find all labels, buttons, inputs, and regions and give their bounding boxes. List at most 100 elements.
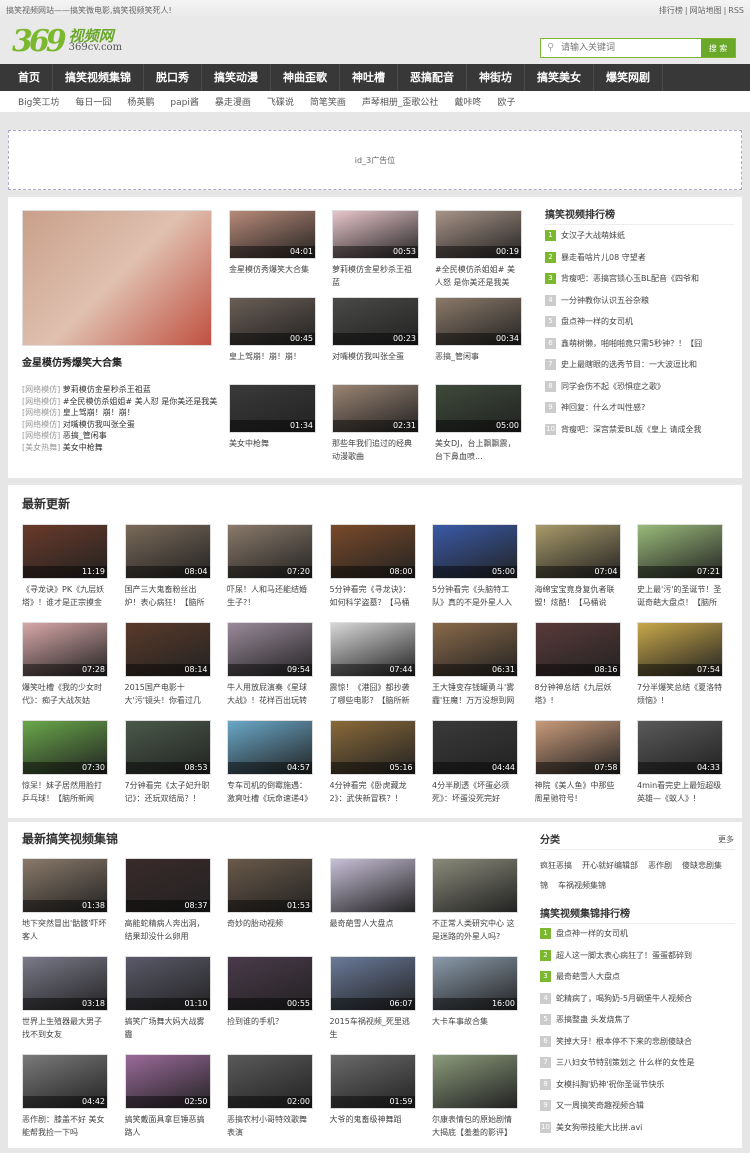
- nav-item[interactable]: 搞笑美女: [525, 64, 594, 91]
- subnav-item[interactable]: 飞碟说: [267, 95, 294, 108]
- rank-item-title[interactable]: 背瘦吧：深宫禁爱BL版《皇上 请成全我: [561, 424, 702, 435]
- video-thumbnail[interactable]: 09:54: [227, 622, 313, 677]
- subnav-item[interactable]: 简笔笑画: [310, 95, 346, 108]
- rank-item[interactable]: 7 三八妇女节特别策划之 什么样的女性是: [540, 1052, 735, 1074]
- video-thumbnail[interactable]: 07:21: [637, 524, 723, 579]
- video-thumbnail[interactable]: 07:04: [534, 524, 621, 579]
- rank-item[interactable]: 1 女汉子大战萌妹纸: [545, 225, 735, 247]
- video-title[interactable]: 萝莉模仿金星秒杀王祖蓝: [332, 263, 419, 290]
- video-title[interactable]: 美女中枪舞: [229, 437, 316, 464]
- video-title[interactable]: 恶搞_管闲事: [435, 350, 522, 377]
- video-thumbnail[interactable]: 08:00: [329, 524, 416, 579]
- featured-list-item[interactable]: [网络模仿] 恶搞_管闲事: [22, 430, 217, 442]
- video-thumbnail[interactable]: 00:45: [229, 297, 316, 346]
- item-title[interactable]: 对嘴模仿我叫张全蛋: [63, 420, 135, 429]
- featured-thumbnail[interactable]: [22, 210, 212, 346]
- top-link[interactable]: 网站地图: [690, 6, 722, 15]
- video-thumbnail[interactable]: 04:42: [22, 1054, 108, 1109]
- rank-item[interactable]: 7 史上最瞎眼的选秀节目：一大波逗比和: [545, 354, 735, 376]
- video-thumbnail[interactable]: 07:28: [22, 622, 108, 677]
- video-thumbnail[interactable]: 04:44: [432, 720, 518, 775]
- video-thumbnail[interactable]: 07:54: [637, 622, 723, 677]
- video-thumbnail[interactable]: 03:18: [22, 956, 108, 1011]
- rank-item[interactable]: 3 最奇葩雪人大盘点: [540, 966, 735, 988]
- rank-item-title[interactable]: 盘点神一样的女司机: [556, 928, 628, 939]
- video-thumbnail[interactable]: 02:50: [124, 1054, 211, 1109]
- rank-item-title[interactable]: 超人这一脚太表心病狂了！蛋蛋都碎到: [556, 950, 692, 961]
- video-thumbnail[interactable]: 00:53: [332, 210, 419, 259]
- video-title[interactable]: 尔康表情包的原始剧情大揭底【羞羞的影评】: [432, 1113, 518, 1140]
- nav-item[interactable]: 脱口秀: [144, 64, 202, 91]
- video-title[interactable]: 4分钟看完《卧虎藏龙2》：武侠新冒秩？！: [330, 779, 416, 806]
- subnav-item[interactable]: Big笑工坊: [18, 95, 59, 108]
- video-title[interactable]: 4min看完史上最短超级英雄—《蚁人》!: [637, 779, 723, 806]
- rank-item[interactable]: 8 同学会伤不起《恐惧症之歌》: [545, 376, 735, 398]
- more-link[interactable]: 更多: [718, 834, 734, 845]
- item-title[interactable]: 皇上驾崩！崩！崩！: [63, 408, 135, 417]
- rank-item-title[interactable]: 女汉子大战萌妹纸: [561, 230, 625, 241]
- video-title[interactable]: 国产三大鬼畜粉丝出炉！表心病狂！【脑所: [125, 583, 211, 610]
- item-title[interactable]: #全民模仿杀姐姐# 美人怼 是你美还是我美: [63, 397, 218, 406]
- featured-title[interactable]: 金星模仿秀爆笑大合集: [22, 354, 122, 369]
- video-title[interactable]: 爆笑吐槽《我的少女时代》：痴子大战灰姑: [22, 681, 108, 708]
- video-title[interactable]: 恶作剧：膝盖不好 美女能帮我捡一下吗: [22, 1113, 108, 1140]
- video-title[interactable]: 地下突然冒出'骷髅'吓坏客人: [22, 917, 108, 944]
- video-title[interactable]: 大爷的鬼畜级神舞蹈: [330, 1113, 416, 1140]
- video-thumbnail[interactable]: 08:16: [534, 622, 621, 677]
- rank-item-title[interactable]: 又一周搞笑奇趣视频合辑: [556, 1100, 644, 1111]
- video-thumbnail[interactable]: 02:00: [227, 1054, 313, 1109]
- video-title[interactable]: 恶搞农村小哥特效歌舞表演: [227, 1113, 313, 1140]
- video-thumbnail[interactable]: [329, 858, 416, 913]
- subnav-item[interactable]: 戴咔咚: [454, 95, 481, 108]
- video-title[interactable]: 牛人用放屁演奏《星球大战》！花样百出玩转: [227, 681, 313, 708]
- rank-item-title[interactable]: 蛇精病了，喝狗奶-5月碉堡牛人视频合: [556, 993, 692, 1004]
- video-title[interactable]: 震惊！《港囧》都抄袭了哪些电影？【脑所新: [330, 681, 416, 708]
- video-thumbnail[interactable]: 01:59: [329, 1054, 416, 1109]
- video-title[interactable]: 搞笑戴面具拿巨锤恶搞路人: [125, 1113, 211, 1140]
- item-title[interactable]: 恶搞_管闲事: [63, 431, 107, 440]
- video-title[interactable]: 那些年我们追过的经典动漫歌曲: [332, 437, 419, 464]
- video-title[interactable]: 王大锤变存钱罐勇斗'雾霾'狂魔！万万没想到网: [432, 681, 518, 708]
- rank-item[interactable]: 10 美女狗带技能大比拼.avi: [540, 1117, 735, 1139]
- featured-list-item[interactable]: [网络模仿] 皇上驾崩！崩！崩！: [22, 407, 217, 419]
- video-thumbnail[interactable]: 02:31: [332, 384, 419, 433]
- rank-item[interactable]: 5 盘点神一样的女司机: [545, 311, 735, 333]
- video-thumbnail[interactable]: 05:16: [329, 720, 416, 775]
- item-tag[interactable]: [美女热舞]: [22, 443, 60, 452]
- top-link[interactable]: RSS: [728, 6, 744, 15]
- video-thumbnail[interactable]: 01:10: [124, 956, 211, 1011]
- rank-item-title[interactable]: 美女狗带技能大比拼.avi: [556, 1122, 642, 1133]
- item-title[interactable]: 美女中枪舞: [63, 443, 103, 452]
- search-button[interactable]: 搜 索: [701, 39, 735, 57]
- rank-item[interactable]: 4 一分钟教你认识五谷杂粮: [545, 290, 735, 312]
- video-thumbnail[interactable]: 05:00: [432, 524, 518, 579]
- rank-item[interactable]: 6 鑫萌树懒，啪啪啪竟只需5秒钟？！【囧: [545, 333, 735, 355]
- rank-item[interactable]: 2 暴走看啥片儿08 守望者: [545, 247, 735, 269]
- rank-item[interactable]: 9 又一周搞笑奇趣视频合辑: [540, 1095, 735, 1117]
- video-title[interactable]: 2015车祸视频_死里逃生: [330, 1015, 416, 1042]
- rank-item-title[interactable]: 同学会伤不起《恐惧症之歌》: [561, 381, 665, 392]
- video-thumbnail[interactable]: 07:20: [227, 524, 313, 579]
- video-thumbnail[interactable]: 04:57: [227, 720, 313, 775]
- featured-list-item[interactable]: [网络模仿] 对嘴模仿我叫张全蛋: [22, 419, 217, 431]
- subnav-item[interactable]: 暴走漫画: [215, 95, 251, 108]
- video-title[interactable]: 海绵宝宝竟身复仇者联盟！炫酷！【马桶说: [535, 583, 621, 610]
- nav-item[interactable]: 爆笑网剧: [594, 64, 663, 91]
- rank-item-title[interactable]: 女模抖胸'奶神'祝你圣诞节快乐: [556, 1079, 664, 1090]
- search-input[interactable]: [541, 39, 701, 57]
- nav-item[interactable]: 搞笑视频集锦: [53, 64, 144, 91]
- top-link[interactable]: 排行榜: [659, 6, 683, 15]
- nav-item[interactable]: 恶搞配音: [398, 64, 467, 91]
- rank-item-title[interactable]: 神回复：什么才叫性感?: [561, 402, 645, 413]
- rank-item-title[interactable]: 史上最瞎眼的选秀节目：一大波逗比和: [561, 359, 697, 370]
- video-title[interactable]: 大卡车事故合集: [432, 1015, 518, 1042]
- video-title[interactable]: 金星模仿秀爆笑大合集: [229, 263, 316, 290]
- rank-item[interactable]: 4 蛇精病了，喝狗奶-5月碉堡牛人视频合: [540, 988, 735, 1010]
- video-title[interactable]: 5分钟看完《寻龙诀》：如何科学盗墓？【马桶说: [330, 583, 416, 610]
- video-thumbnail[interactable]: 06:31: [432, 622, 518, 677]
- video-title[interactable]: 《寻龙诀》PK《九层妖塔》！谁才是正宗摸金: [22, 583, 108, 610]
- featured-list-item[interactable]: [网络模仿] #全民模仿杀姐姐# 美人怼 是你美还是我美: [22, 396, 217, 408]
- video-title[interactable]: 2015国产电影十大'污'镜头！你看过几: [125, 681, 211, 708]
- item-title[interactable]: 萝莉模仿金星秒杀王祖蓝: [63, 385, 151, 394]
- video-thumbnail[interactable]: 07:58: [534, 720, 621, 775]
